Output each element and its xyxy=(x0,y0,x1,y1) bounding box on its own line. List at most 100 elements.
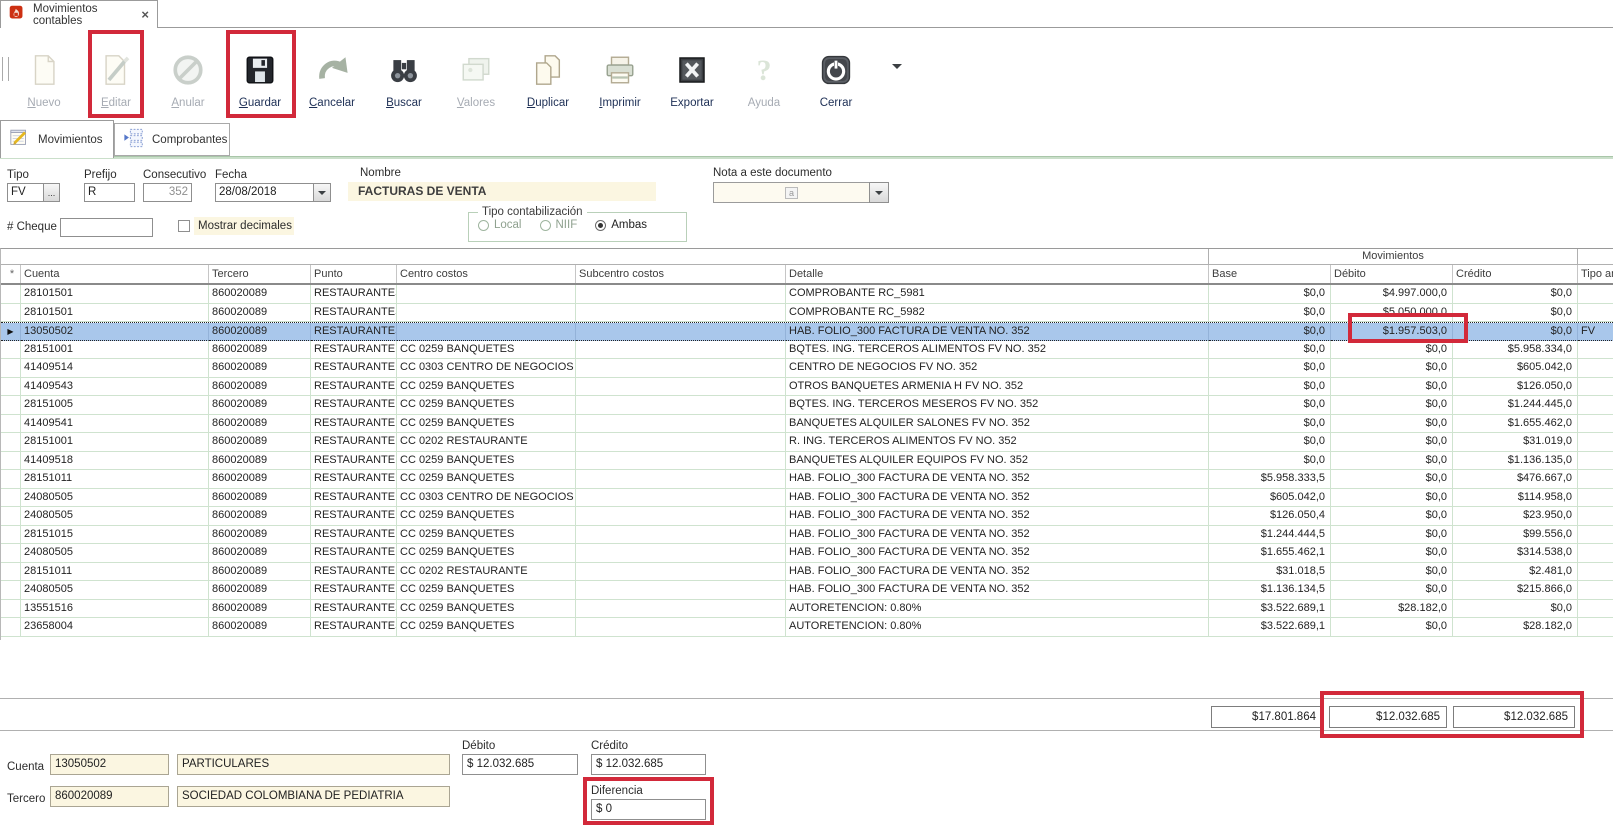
column-header-punto[interactable]: Punto xyxy=(311,265,397,283)
cell-row-selector xyxy=(1,304,21,323)
prefijo-input[interactable]: R xyxy=(84,183,135,202)
cell-detalle: HAB. FOLIO_300 FACTURA DE VENTA NO. 352 xyxy=(786,526,1209,545)
toolbar-button-label: Anular xyxy=(171,97,204,109)
highlight-box-editar xyxy=(88,30,144,118)
cell-tipo-anexo xyxy=(1578,359,1613,378)
table-row[interactable]: 41409514860020089RESTAURANTECC 0303 CENT… xyxy=(1,359,1613,378)
toolbar-button-nuevo[interactable]: Nuevo xyxy=(8,30,80,134)
cell-credito: $605.042,0 xyxy=(1453,359,1578,378)
table-row[interactable]: 41409543860020089RESTAURANTECC 0259 BANQ… xyxy=(1,378,1613,397)
cell-debito: $4.997.000,0 xyxy=(1331,285,1453,304)
footer-cuenta-name-input[interactable]: PARTICULARES xyxy=(177,754,450,775)
footer-tercero-code-input[interactable]: 860020089 xyxy=(50,786,169,807)
table-row[interactable]: 41409541860020089RESTAURANTECC 0259 BANQ… xyxy=(1,415,1613,434)
column-header-detalle[interactable]: Detalle xyxy=(786,265,1209,283)
chevron-down-icon[interactable] xyxy=(891,62,903,74)
table-row[interactable]: 28151011860020089RESTAURANTECC 0259 BANQ… xyxy=(1,470,1613,489)
table-row[interactable]: 24080505860020089RESTAURANTECC 0259 BANQ… xyxy=(1,581,1613,600)
cell-credito: $28.182,0 xyxy=(1453,618,1578,637)
column-header-row-selector[interactable]: * xyxy=(1,265,21,283)
cell-cuenta: 13551516 xyxy=(21,600,209,619)
cell-credito: $476.667,0 xyxy=(1453,470,1578,489)
cell-debito: $0,0 xyxy=(1331,563,1453,582)
toolbar-button-valores[interactable]: Valores xyxy=(440,30,512,134)
cell-credito: $0,0 xyxy=(1453,600,1578,619)
toolbar-button-label: Cerrar xyxy=(820,97,853,109)
table-row[interactable]: 24080505860020089RESTAURANTECC 0259 BANQ… xyxy=(1,507,1613,526)
nota-dropdown-button[interactable] xyxy=(869,182,889,203)
cell-debito: $0,0 xyxy=(1331,378,1453,397)
cell-debito: $0,0 xyxy=(1331,433,1453,452)
table-row[interactable]: 23658004860020089RESTAURANTESCC 0259 BAN… xyxy=(1,618,1613,637)
column-header-credito[interactable]: Crédito xyxy=(1453,265,1578,283)
table-row[interactable]: 13551516860020089RESTAURANTESCC 0259 BAN… xyxy=(1,600,1613,619)
group-header-movimientos: Movimientos xyxy=(1209,249,1578,264)
column-header-subcentro-costos[interactable]: Subcentro costos xyxy=(576,265,786,283)
footer-credito-input[interactable]: $ 12.032.685 xyxy=(591,754,706,775)
window-tab-movimientos-contables[interactable]: Movimientos contables × xyxy=(0,0,158,28)
table-row[interactable]: 28151005860020089RESTAURANTECC 0259 BANQ… xyxy=(1,396,1613,415)
cheque-input[interactable] xyxy=(60,218,153,237)
cell-row-selector xyxy=(1,526,21,545)
cell-tercero: 860020089 xyxy=(209,433,311,452)
tipo-browse-button[interactable]: ... xyxy=(43,183,60,202)
cell-base: $5.958.333,5 xyxy=(1209,470,1331,489)
cell-cuenta: 13050502 xyxy=(21,323,209,341)
cell-punto: RESTAURANTE xyxy=(311,507,397,526)
table-row[interactable]: 28151015860020089RESTAURANTECC 0259 BANQ… xyxy=(1,526,1613,545)
column-header-cuenta[interactable]: Cuenta xyxy=(21,265,209,283)
cell-punto: RESTAURANTE xyxy=(311,526,397,545)
cell-tipo-anexo xyxy=(1578,526,1613,545)
column-header-base[interactable]: Base xyxy=(1209,265,1331,283)
radio-niif: NIIF xyxy=(540,219,578,231)
nota-combo-input[interactable]: a xyxy=(713,182,870,203)
radio-ambas[interactable]: Ambas xyxy=(595,219,647,231)
cell-tipo-anexo xyxy=(1578,507,1613,526)
table-row[interactable]: 24080505860020089RESTAURANTECC 0259 BANQ… xyxy=(1,544,1613,563)
cell-debito: $0,0 xyxy=(1331,526,1453,545)
column-header-debito[interactable]: Débito xyxy=(1331,265,1453,283)
toolbar-button-duplicar[interactable]: Duplicar xyxy=(512,30,584,134)
cell-tercero: 860020089 xyxy=(209,323,311,341)
toolbar-button-cancelar[interactable]: Cancelar xyxy=(296,30,368,134)
tab-movimientos[interactable]: Movimientos xyxy=(0,120,114,158)
table-row[interactable]: 28151011860020089RESTAURANTECC 0202 REST… xyxy=(1,563,1613,582)
toolbar-button-exportar[interactable]: Exportar xyxy=(656,30,728,134)
cell-punto: RESTAURANTE xyxy=(311,378,397,397)
tipo-input[interactable]: FV xyxy=(7,183,44,202)
toolbar-button-label: Buscar xyxy=(386,97,422,109)
toolbar-button-buscar[interactable]: Buscar xyxy=(368,30,440,134)
cell-detalle: CENTRO DE NEGOCIOS FV NO. 352 xyxy=(786,359,1209,378)
group-header-spacer xyxy=(1,249,1209,264)
table-row[interactable]: 28151001860020089RESTAURANTECC 0259 BANQ… xyxy=(1,341,1613,360)
toolbar-button-ayuda[interactable]: ?Ayuda xyxy=(728,30,800,134)
cell-tipo-anexo xyxy=(1578,489,1613,508)
duplicate-pages-icon xyxy=(531,50,565,90)
tab-comprobantes[interactable]: Comprobantes xyxy=(114,123,230,156)
column-header-centro-costos[interactable]: Centro costos xyxy=(397,265,576,283)
cell-row-selector xyxy=(1,452,21,471)
footer-cuenta-code-input[interactable]: 13050502 xyxy=(50,754,169,775)
cell-punto: RESTAURANTES xyxy=(311,600,397,619)
tab-comprobantes-label: Comprobantes xyxy=(152,134,227,146)
table-row[interactable]: 41409518860020089RESTAURANTECC 0259 BANQ… xyxy=(1,452,1613,471)
toolbar-button-imprimir[interactable]: Imprimir xyxy=(584,30,656,134)
footer-tercero-name-input[interactable]: SOCIEDAD COLOMBIANA DE PEDIATRIA xyxy=(177,786,450,807)
footer-debito-input[interactable]: $ 12.032.685 xyxy=(462,754,578,775)
cell-debito: $0,0 xyxy=(1331,396,1453,415)
radio-label: NIIF xyxy=(556,219,578,231)
fecha-input[interactable]: 28/08/2018 xyxy=(215,183,314,202)
cell-detalle: BANQUETES ALQUILER EQUIPOS FV NO. 352 xyxy=(786,452,1209,471)
table-row[interactable]: 24080505860020089RESTAURANTECC 0303 CENT… xyxy=(1,489,1613,508)
toolbar-button-cerrar[interactable]: Cerrar xyxy=(800,30,872,134)
column-header-tipo-anexo[interactable]: Tipo ane xyxy=(1578,265,1613,283)
cell-tercero: 860020089 xyxy=(209,341,311,360)
table-row[interactable]: 28151001860020089RESTAURANTECC 0202 REST… xyxy=(1,433,1613,452)
toolbar-button-anular[interactable]: Anular xyxy=(152,30,224,134)
column-header-tercero[interactable]: Tercero xyxy=(209,265,311,283)
table-row[interactable]: 28101501860020089RESTAURANTESCOMPROBANTE… xyxy=(1,285,1613,304)
mostrar-decimales-checkbox[interactable] xyxy=(178,220,190,232)
close-icon[interactable]: × xyxy=(141,7,149,22)
cell-base: $3.522.689,1 xyxy=(1209,618,1331,637)
fecha-dropdown-button[interactable] xyxy=(313,183,331,202)
